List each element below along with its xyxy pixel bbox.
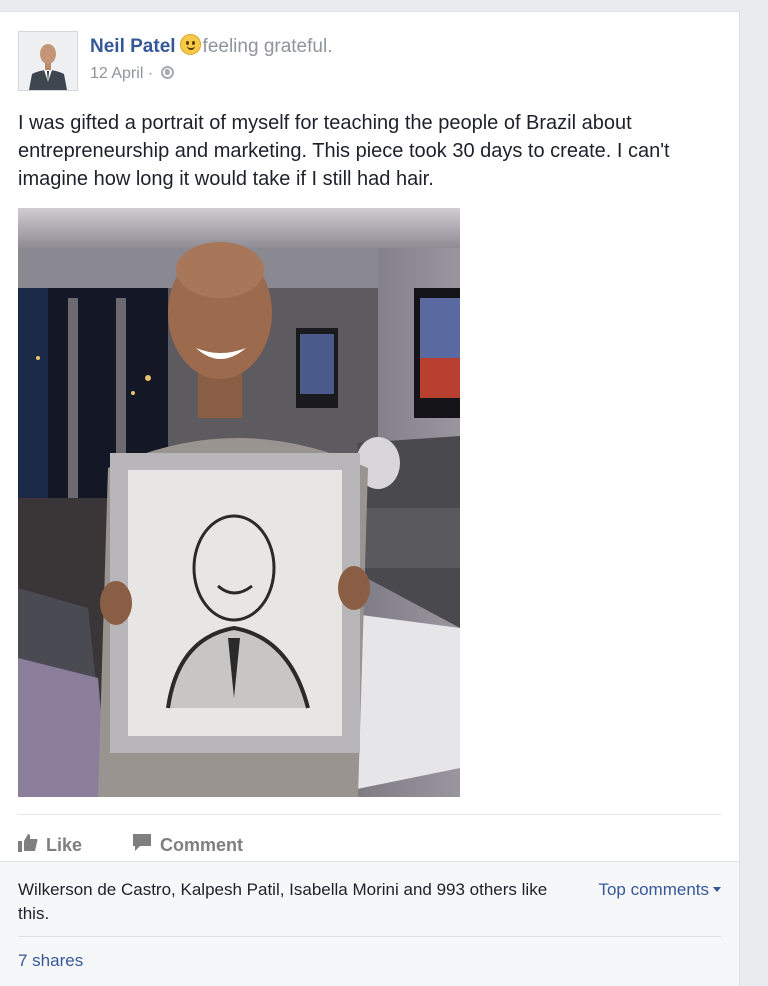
post-text: I was gifted a portrait of myself for te… (18, 112, 670, 190)
post-actions: Like Comment (18, 826, 293, 864)
post-card: Neil Patel feeling grateful. 12 April · I… (0, 11, 740, 986)
top-comments-dropdown[interactable]: Top comments (598, 878, 721, 902)
author-line: Neil Patel feeling grateful. (90, 34, 332, 58)
meta-separator: · (143, 65, 158, 82)
post-meta: 12 April · (90, 65, 174, 83)
globe-icon[interactable] (160, 66, 174, 79)
feeling-text: feeling grateful. (202, 36, 333, 57)
actions-divider (18, 814, 721, 815)
caret-down-icon (713, 887, 721, 892)
comment-button[interactable]: Comment (132, 833, 243, 857)
avatar[interactable] (18, 31, 78, 91)
likes-summary[interactable]: Wilkerson de Castro, Kalpesh Patil, Isab… (18, 878, 578, 926)
summary-divider (18, 936, 721, 937)
like-button[interactable]: Like (18, 833, 83, 857)
thumbs-up-icon (18, 833, 38, 857)
comment-icon (132, 833, 152, 857)
post-summary: Wilkerson de Castro, Kalpesh Patil, Isab… (0, 861, 739, 986)
shares-link[interactable]: 7 shares (18, 951, 83, 971)
post-photo[interactable] (18, 208, 460, 797)
top-comments-label: Top comments (598, 880, 709, 899)
comment-label: Comment (160, 834, 244, 855)
author-name[interactable]: Neil Patel (90, 36, 176, 57)
like-label: Like (46, 834, 83, 855)
post-date[interactable]: 12 April (90, 65, 143, 82)
grateful-emoji-icon (179, 34, 201, 55)
post-header: Neil Patel feeling grateful. 12 April · (18, 31, 719, 91)
